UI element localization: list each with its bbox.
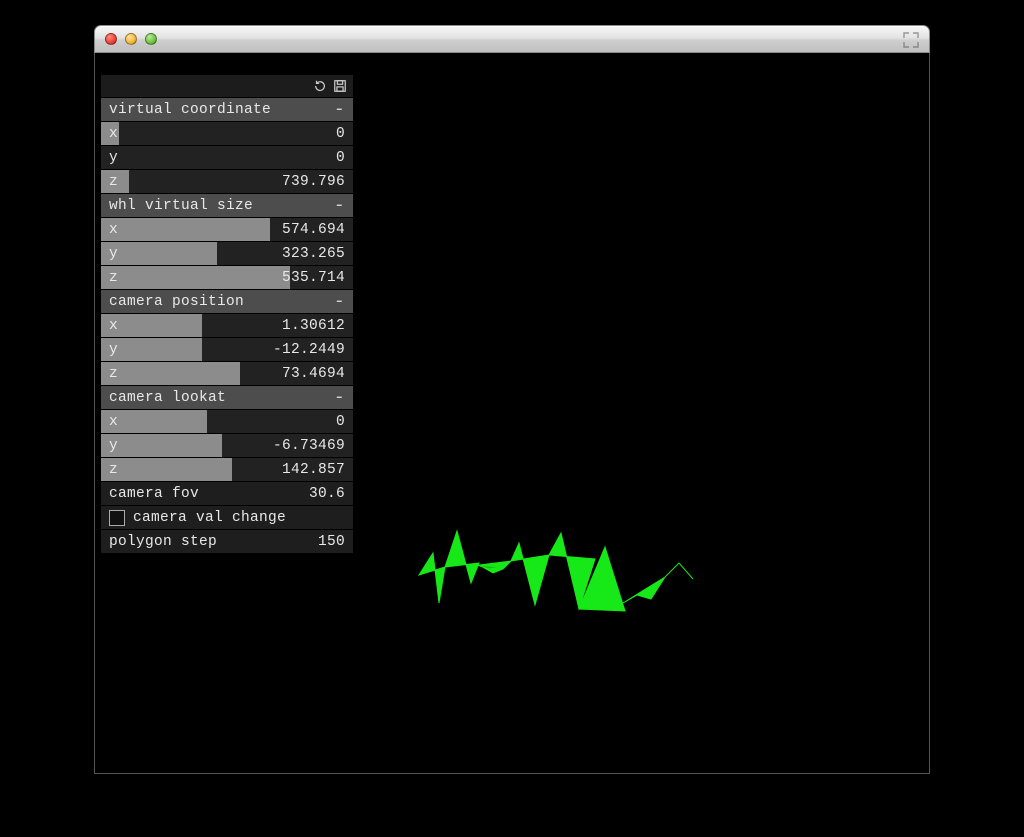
- panel-header: [101, 75, 353, 97]
- camera-val-change-label: camera val change: [133, 510, 286, 526]
- refresh-icon[interactable]: [313, 79, 327, 93]
- slider-row[interactable]: y0: [101, 145, 353, 169]
- camera-fov-row[interactable]: camera fov 30.6: [101, 481, 353, 505]
- slider-label: x: [109, 222, 118, 238]
- slider-row[interactable]: y323.265: [101, 241, 353, 265]
- camera-val-change-checkbox[interactable]: [109, 510, 125, 526]
- slider-value: -6.73469: [118, 438, 345, 454]
- slider-row[interactable]: x1.30612: [101, 313, 353, 337]
- gui-panel: virtual coordinate-x0y0z739.796whl virtu…: [101, 75, 353, 553]
- collapse-icon[interactable]: -: [334, 391, 345, 405]
- slider-label: z: [109, 270, 118, 286]
- slider-value: 73.4694: [118, 366, 345, 382]
- slider-row[interactable]: z739.796: [101, 169, 353, 193]
- window-titlebar[interactable]: [94, 25, 930, 53]
- collapse-icon[interactable]: -: [334, 199, 345, 213]
- slider-label: y: [109, 150, 118, 166]
- slider-row[interactable]: z73.4694: [101, 361, 353, 385]
- viewport[interactable]: virtual coordinate-x0y0z739.796whl virtu…: [94, 53, 930, 774]
- slider-value: 574.694: [118, 222, 345, 238]
- slider-value: 323.265: [118, 246, 345, 262]
- slider-label: y: [109, 246, 118, 262]
- slider-row[interactable]: x574.694: [101, 217, 353, 241]
- slider-label: z: [109, 174, 118, 190]
- save-icon[interactable]: [333, 79, 347, 93]
- slider-label: z: [109, 462, 118, 478]
- slider-label: x: [109, 126, 118, 142]
- slider-row[interactable]: y-6.73469: [101, 433, 353, 457]
- camera-val-change-row[interactable]: camera val change: [101, 505, 353, 529]
- group-title: camera lookat: [109, 390, 226, 406]
- slider-value: 535.714: [118, 270, 345, 286]
- group-title: camera position: [109, 294, 244, 310]
- fullscreen-icon[interactable]: [903, 32, 919, 48]
- slider-label: x: [109, 318, 118, 334]
- collapse-icon[interactable]: -: [334, 103, 345, 117]
- slider-row[interactable]: x0: [101, 409, 353, 433]
- slider-row[interactable]: z535.714: [101, 265, 353, 289]
- minimize-icon[interactable]: [125, 33, 137, 45]
- collapse-icon[interactable]: -: [334, 295, 345, 309]
- slider-label: y: [109, 342, 118, 358]
- slider-row[interactable]: x0: [101, 121, 353, 145]
- polygon-step-value: 150: [217, 534, 345, 550]
- slider-value: 0: [118, 126, 345, 142]
- group-title: virtual coordinate: [109, 102, 271, 118]
- slider-value: 142.857: [118, 462, 345, 478]
- slider-value: 0: [118, 150, 345, 166]
- zoom-icon[interactable]: [145, 33, 157, 45]
- polygon-step-row[interactable]: polygon step 150: [101, 529, 353, 553]
- traffic-lights: [105, 33, 157, 45]
- slider-value: -12.2449: [118, 342, 345, 358]
- slider-row[interactable]: y-12.2449: [101, 337, 353, 361]
- slider-value: 1.30612: [118, 318, 345, 334]
- camera-fov-value: 30.6: [199, 486, 345, 502]
- group-header[interactable]: camera lookat -: [101, 385, 353, 409]
- slider-label: x: [109, 414, 118, 430]
- slider-value: 739.796: [118, 174, 345, 190]
- polygon-mesh: [415, 503, 715, 623]
- group-header[interactable]: camera position -: [101, 289, 353, 313]
- slider-row[interactable]: z142.857: [101, 457, 353, 481]
- group-header[interactable]: virtual coordinate -: [101, 97, 353, 121]
- group-header[interactable]: whl virtual size -: [101, 193, 353, 217]
- slider-label: y: [109, 438, 118, 454]
- polygon-step-label: polygon step: [109, 534, 217, 550]
- camera-fov-label: camera fov: [109, 486, 199, 502]
- group-title: whl virtual size: [109, 198, 253, 214]
- close-icon[interactable]: [105, 33, 117, 45]
- slider-value: 0: [118, 414, 345, 430]
- slider-label: z: [109, 366, 118, 382]
